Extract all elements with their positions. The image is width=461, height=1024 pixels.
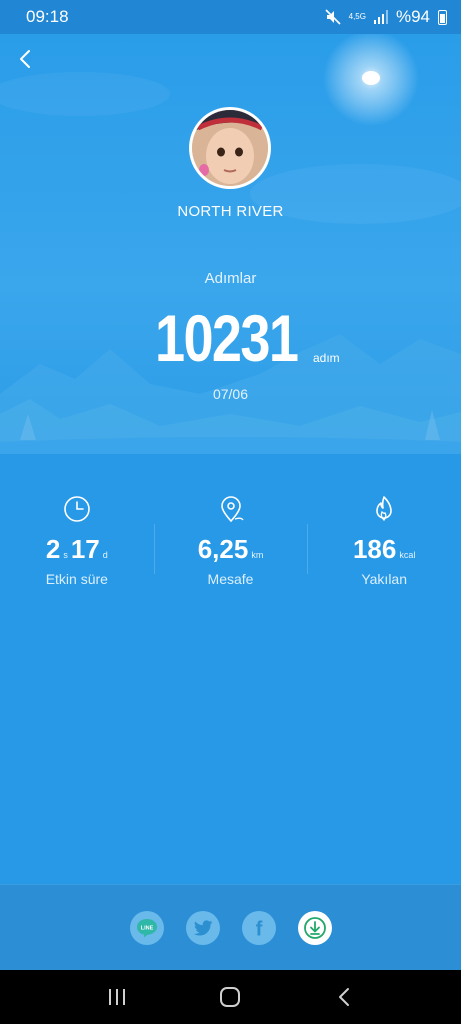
share-bar: LINE f bbox=[0, 884, 461, 970]
home-icon bbox=[220, 987, 241, 1007]
home-button[interactable] bbox=[210, 977, 250, 1017]
calories-value: 186 bbox=[352, 534, 397, 564]
distance-unit: km bbox=[251, 550, 264, 560]
line-label: LINE bbox=[140, 925, 153, 931]
share-facebook-button[interactable]: f bbox=[241, 910, 276, 945]
line-icon: LINE bbox=[136, 918, 157, 937]
stat-distance: 6,25 km Mesafe bbox=[153, 494, 308, 594]
recent-apps-button[interactable] bbox=[97, 977, 137, 1017]
steps-unit: adım bbox=[313, 351, 340, 365]
share-line-button[interactable]: LINE bbox=[129, 910, 164, 945]
back-button[interactable] bbox=[12, 46, 38, 72]
flame-icon bbox=[376, 496, 392, 521]
mute-icon bbox=[325, 9, 341, 25]
back-icon bbox=[339, 988, 350, 1006]
calories-unit: kcal bbox=[399, 550, 416, 560]
download-icon bbox=[303, 916, 326, 939]
active-hours-unit: s bbox=[63, 550, 68, 560]
status-time: 09:18 bbox=[26, 7, 69, 26]
download-button[interactable] bbox=[297, 910, 332, 945]
signal-icon bbox=[373, 10, 388, 24]
active-time-label: Etkin süre bbox=[45, 571, 108, 587]
distance-value: 6,25 bbox=[197, 534, 249, 564]
facebook-icon: f bbox=[255, 918, 262, 939]
calories-label: Yakılan bbox=[361, 571, 408, 587]
steps-label: Adımlar bbox=[204, 270, 257, 287]
location-pin-icon bbox=[220, 496, 244, 523]
twitter-icon bbox=[193, 919, 212, 936]
stat-active-time: 2 s 17 d Etkin süre bbox=[0, 494, 154, 594]
status-bar: 09:18 4,5G %94 bbox=[0, 0, 461, 34]
distance-label: Mesafe bbox=[207, 571, 254, 587]
system-nav-bar bbox=[0, 970, 461, 1024]
network-type: 4,5G bbox=[348, 12, 366, 21]
battery-percent: %94 bbox=[395, 7, 430, 26]
steps-count: 10231 bbox=[155, 301, 299, 375]
chevron-left-icon bbox=[20, 50, 30, 68]
user-name: NORTH RIVER bbox=[177, 203, 284, 220]
share-twitter-button[interactable] bbox=[185, 910, 220, 945]
clock-icon bbox=[64, 496, 90, 522]
stat-calories: 186 kcal Yakılan bbox=[307, 494, 461, 594]
active-minutes-value: 17 bbox=[70, 534, 100, 564]
avatar[interactable] bbox=[189, 107, 271, 189]
recent-apps-icon bbox=[108, 989, 125, 1005]
battery-icon bbox=[438, 9, 447, 25]
steps-date[interactable]: 07/06 bbox=[0, 386, 461, 402]
active-minutes-unit: d bbox=[102, 550, 108, 560]
facebook-label: f bbox=[255, 918, 262, 939]
stats-row: 2 s 17 d Etkin süre 6,25 km Mesafe 186 k… bbox=[0, 494, 461, 594]
status-icons: 4,5G %94 bbox=[325, 7, 447, 27]
avatar-image bbox=[192, 110, 268, 186]
system-back-button[interactable] bbox=[324, 977, 364, 1017]
active-hours-value: 2 bbox=[45, 534, 61, 564]
